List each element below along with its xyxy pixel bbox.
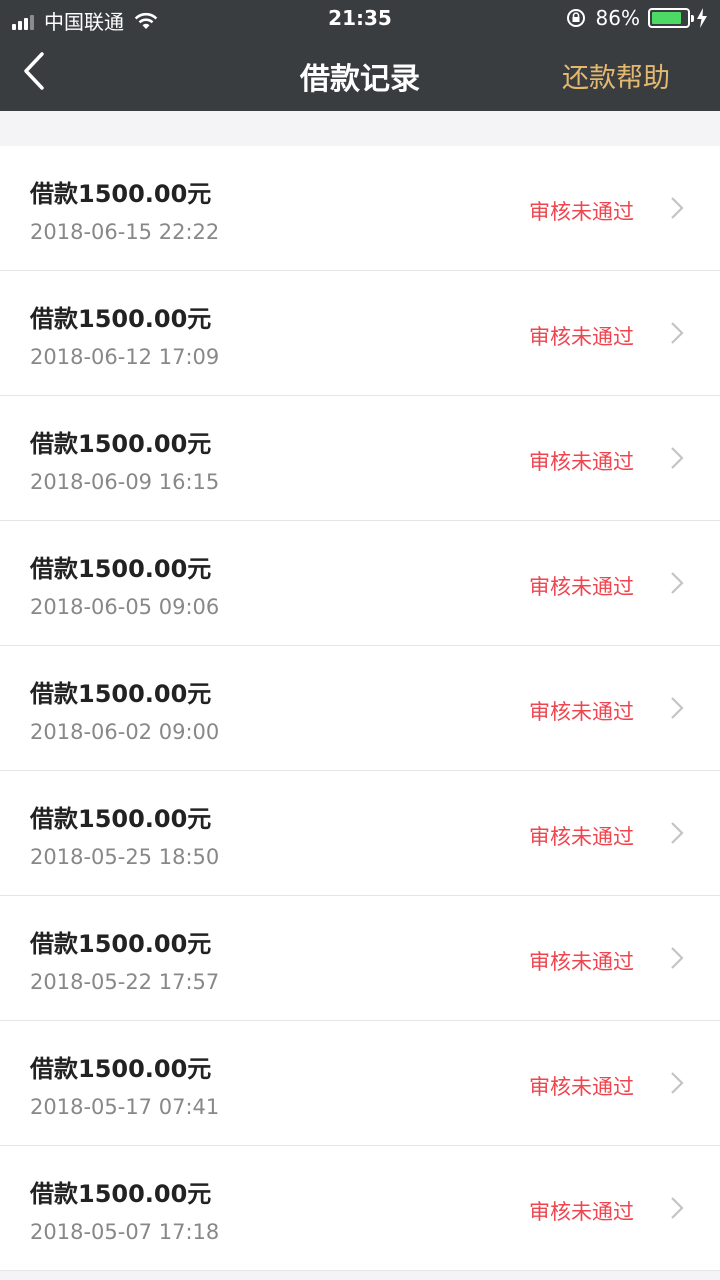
loan-amount: 借款1500.00元	[30, 430, 212, 458]
charging-icon	[697, 8, 707, 28]
loan-record-row[interactable]: 借款1500.00元 2018-06-12 17:09 审核未通过	[0, 271, 720, 396]
loan-amount: 借款1500.00元	[30, 930, 212, 958]
loan-record-row[interactable]: 借款1500.00元 2018-05-25 18:50 审核未通过	[0, 771, 720, 896]
loan-amount: 借款1500.00元	[30, 555, 212, 583]
review-status: 审核未通过	[529, 1075, 634, 1099]
review-status: 审核未通过	[529, 825, 634, 849]
battery-percent: 86%	[595, 6, 640, 30]
review-status: 审核未通过	[529, 700, 634, 724]
repayment-help-link[interactable]: 还款帮助	[562, 56, 670, 95]
loan-record-row[interactable]: 借款1500.00元 2018-06-05 09:06 审核未通过	[0, 521, 720, 646]
chevron-right-icon	[671, 572, 684, 594]
loan-record-row[interactable]: 借款1500.00元 2018-05-22 17:57 审核未通过	[0, 896, 720, 1021]
loan-record-row[interactable]: 借款1500.00元 2018-05-17 07:41 审核未通过	[0, 1021, 720, 1146]
loan-time: 2018-06-02 09:00	[30, 720, 220, 744]
loan-amount: 借款1500.00元	[30, 805, 212, 833]
loan-amount: 借款1500.00元	[30, 1055, 212, 1083]
loan-time: 2018-05-07 17:18	[30, 1220, 220, 1244]
loan-amount: 借款1500.00元	[30, 680, 212, 708]
navigation-bar: 借款记录 还款帮助	[0, 38, 720, 111]
rotation-lock-icon	[566, 9, 585, 27]
battery-icon	[648, 8, 694, 28]
loan-amount: 借款1500.00元	[30, 305, 212, 333]
status-right: 86%	[566, 6, 708, 30]
status-bar: 中国联通 21:35 86%	[0, 0, 720, 38]
review-status: 审核未通过	[529, 1200, 634, 1224]
loan-time: 2018-06-15 22:22	[30, 220, 220, 244]
loan-record-row[interactable]: 借款1500.00元 2018-05-07 17:18 审核未通过	[0, 1146, 720, 1271]
loan-amount: 借款1500.00元	[30, 180, 212, 208]
loan-time: 2018-05-17 07:41	[30, 1095, 220, 1119]
battery-fill	[652, 12, 682, 24]
chevron-right-icon	[671, 822, 684, 844]
chevron-right-icon	[671, 947, 684, 969]
review-status: 审核未通过	[529, 325, 634, 349]
loan-record-list: 借款1500.00元 2018-06-15 22:22 审核未通过 借款1500…	[0, 146, 720, 1271]
loan-record-row[interactable]: 借款1500.00元 2018-06-15 22:22 审核未通过	[0, 146, 720, 271]
chevron-right-icon	[671, 322, 684, 344]
top-bar: 中国联通 21:35 86% 借款记录 还款帮助	[0, 0, 720, 111]
chevron-right-icon	[671, 197, 684, 219]
loan-time: 2018-05-22 17:57	[30, 970, 220, 994]
loan-time: 2018-06-05 09:06	[30, 595, 220, 619]
review-status: 审核未通过	[529, 450, 634, 474]
chevron-right-icon	[671, 1197, 684, 1219]
loan-record-row[interactable]: 借款1500.00元 2018-06-02 09:00 审核未通过	[0, 646, 720, 771]
review-status: 审核未通过	[529, 950, 634, 974]
loan-record-row[interactable]: 借款1500.00元 2018-06-09 16:15 审核未通过	[0, 396, 720, 521]
chevron-right-icon	[671, 1072, 684, 1094]
chevron-right-icon	[671, 697, 684, 719]
loan-time: 2018-06-12 17:09	[30, 345, 220, 369]
review-status: 审核未通过	[529, 575, 634, 599]
loan-time: 2018-06-09 16:15	[30, 470, 220, 494]
loan-amount: 借款1500.00元	[30, 1180, 212, 1208]
chevron-right-icon	[671, 447, 684, 469]
review-status: 审核未通过	[529, 200, 634, 224]
loan-time: 2018-05-25 18:50	[30, 845, 220, 869]
